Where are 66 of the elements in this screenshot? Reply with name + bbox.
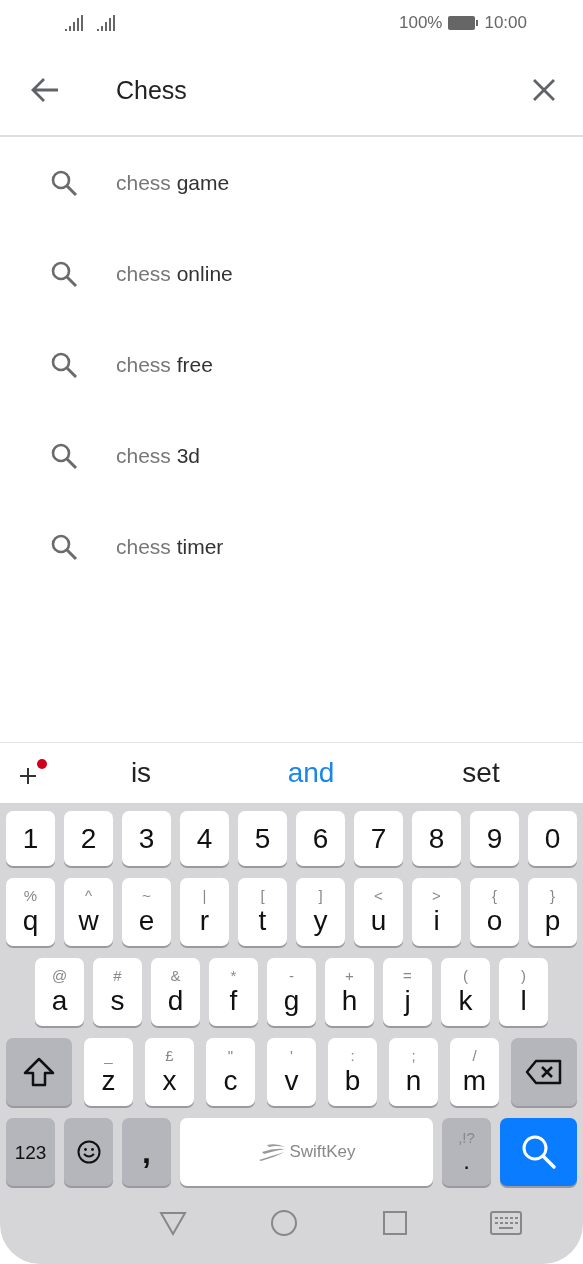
keyboard-key[interactable]: } p bbox=[528, 878, 577, 946]
punctuation-key[interactable]: ,!? . bbox=[442, 1118, 491, 1186]
keyboard-key[interactable]: ) l bbox=[499, 958, 548, 1026]
search-suggestion[interactable]: chess free bbox=[116, 352, 213, 377]
keyboard-key[interactable]: @ a bbox=[35, 958, 84, 1026]
keyboard-key[interactable]: 1 bbox=[6, 811, 55, 866]
keyboard-key[interactable]: 0 bbox=[528, 811, 577, 866]
backspace-key[interactable] bbox=[511, 1038, 577, 1106]
keyboard-key[interactable]: 5 bbox=[238, 811, 287, 866]
keyboard-key[interactable]: ^ w bbox=[64, 878, 113, 946]
search-icon bbox=[50, 532, 78, 561]
battery-icon bbox=[447, 14, 480, 31]
signal-icon bbox=[64, 13, 84, 32]
search-suggestion[interactable]: chess online bbox=[116, 261, 233, 286]
search-suggestion[interactable]: chess 3d bbox=[116, 443, 201, 468]
comma-key[interactable]: , bbox=[122, 1118, 171, 1186]
keyboard-key[interactable]: " c bbox=[206, 1038, 255, 1106]
keyboard-key[interactable]: 9 bbox=[470, 811, 519, 866]
keyboard-key[interactable]: [ t bbox=[238, 878, 287, 946]
space-key[interactable]: SwiftKey bbox=[180, 1118, 433, 1186]
keyboard-key[interactable]: % q bbox=[6, 878, 55, 946]
shift-key[interactable] bbox=[6, 1038, 72, 1106]
keyboard-key[interactable]: > i bbox=[412, 878, 461, 946]
search-field[interactable]: Chess bbox=[116, 65, 529, 115]
word-prediction[interactable]: set bbox=[396, 757, 566, 789]
keyboard-key[interactable]: ; n bbox=[389, 1038, 438, 1106]
keyboard-key[interactable]: 7 bbox=[354, 811, 403, 866]
keyboard-key[interactable]: - g bbox=[267, 958, 316, 1026]
keyboard-key[interactable]: ' v bbox=[267, 1038, 316, 1106]
keyboard-key[interactable]: £ x bbox=[145, 1038, 194, 1106]
search-icon bbox=[50, 350, 78, 379]
search-key[interactable] bbox=[500, 1118, 577, 1186]
clock: 10:00 bbox=[484, 12, 527, 33]
emoji-key[interactable] bbox=[64, 1118, 113, 1186]
keyboard-key[interactable]: | r bbox=[180, 878, 229, 946]
backspace-icon bbox=[525, 1059, 563, 1085]
keyboard-key[interactable]: 8 bbox=[412, 811, 461, 866]
keyboard-key[interactable]: 6 bbox=[296, 811, 345, 866]
word-prediction[interactable]: and bbox=[226, 757, 396, 789]
keyboard-key[interactable]: = j bbox=[383, 958, 432, 1026]
search-icon bbox=[50, 441, 78, 470]
keyboard-key[interactable]: 4 bbox=[180, 811, 229, 866]
shift-icon bbox=[22, 1056, 56, 1088]
battery-percent: 100% bbox=[398, 12, 443, 33]
keyboard-key[interactable]: ] y bbox=[296, 878, 345, 946]
keyboard-key[interactable]: * f bbox=[209, 958, 258, 1026]
keyboard-key[interactable]: 2 bbox=[64, 811, 113, 866]
search-suggestion[interactable]: chess timer bbox=[116, 534, 224, 559]
keyboard-key[interactable]: # s bbox=[93, 958, 142, 1026]
keyboard-key[interactable]: ~ e bbox=[122, 878, 171, 946]
keyboard-key[interactable]: { o bbox=[470, 878, 519, 946]
search-icon bbox=[50, 168, 78, 197]
keyboard-key[interactable]: _ z bbox=[84, 1038, 133, 1106]
keyboard-key[interactable]: 3 bbox=[122, 811, 171, 866]
keyboard-key[interactable]: + h bbox=[325, 958, 374, 1026]
keyboard-key[interactable]: < u bbox=[354, 878, 403, 946]
word-prediction[interactable]: is bbox=[56, 757, 226, 789]
smiley-icon bbox=[76, 1140, 101, 1164]
search-suggestion[interactable]: chess game bbox=[116, 170, 230, 195]
signal-icon bbox=[96, 13, 116, 32]
numbers-key[interactable]: 123 bbox=[6, 1118, 55, 1186]
keyboard-key[interactable]: ( k bbox=[441, 958, 490, 1026]
keyboard-key[interactable]: : b bbox=[328, 1038, 377, 1106]
keyboard-key[interactable]: & d bbox=[151, 958, 200, 1026]
search-icon bbox=[50, 259, 78, 288]
keyboard-key[interactable]: / m bbox=[450, 1038, 499, 1106]
